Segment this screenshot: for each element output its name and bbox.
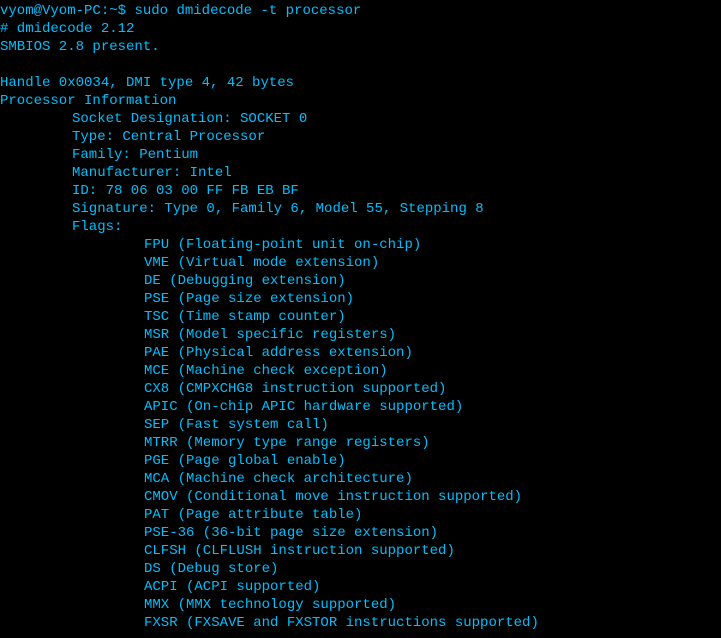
flag-item: PSE (Page size extension)	[0, 290, 721, 308]
prompt-path: ~$	[109, 3, 126, 19]
flag-item: DE (Debugging extension)	[0, 272, 721, 290]
prompt-line: vyom@Vyom-PC:~$ sudo dmidecode -t proces…	[0, 2, 721, 20]
processor-type: Type: Central Processor	[0, 128, 721, 146]
flag-item: DS (Debug store)	[0, 560, 721, 578]
flag-item: CLFSH (CLFLUSH instruction supported)	[0, 542, 721, 560]
flag-item: MSR (Model specific registers)	[0, 326, 721, 344]
dmidecode-version: # dmidecode 2.12	[0, 20, 721, 38]
smbios-version: SMBIOS 2.8 present.	[0, 38, 721, 56]
flag-item: PGE (Page global enable)	[0, 452, 721, 470]
processor-manufacturer: Manufacturer: Intel	[0, 164, 721, 182]
flags-container: FPU (Floating-point unit on-chip)VME (Vi…	[0, 236, 721, 632]
processor-id: ID: 78 06 03 00 FF FB EB BF	[0, 182, 721, 200]
handle-line: Handle 0x0034, DMI type 4, 42 bytes	[0, 74, 721, 92]
flag-item: MCE (Machine check exception)	[0, 362, 721, 380]
flag-item: PAT (Page attribute table)	[0, 506, 721, 524]
flags-label: Flags:	[0, 218, 721, 236]
flag-item: MMX (MMX technology supported)	[0, 596, 721, 614]
blank-line	[0, 56, 721, 74]
prompt-user-host: vyom@Vyom-PC	[0, 3, 101, 19]
terminal-output[interactable]: vyom@Vyom-PC:~$ sudo dmidecode -t proces…	[0, 2, 721, 632]
socket-designation: Socket Designation: SOCKET 0	[0, 110, 721, 128]
flag-item: MCA (Machine check architecture)	[0, 470, 721, 488]
flag-item: CX8 (CMPXCHG8 instruction supported)	[0, 380, 721, 398]
prompt-command: sudo dmidecode -t processor	[134, 3, 361, 19]
flag-item: ACPI (ACPI supported)	[0, 578, 721, 596]
flag-item: MTRR (Memory type range registers)	[0, 434, 721, 452]
flag-item: FXSR (FXSAVE and FXSTOR instructions sup…	[0, 614, 721, 632]
section-header: Processor Information	[0, 92, 721, 110]
flag-item: APIC (On-chip APIC hardware supported)	[0, 398, 721, 416]
flag-item: CMOV (Conditional move instruction suppo…	[0, 488, 721, 506]
flag-item: PAE (Physical address extension)	[0, 344, 721, 362]
processor-signature: Signature: Type 0, Family 6, Model 55, S…	[0, 200, 721, 218]
flag-item: PSE-36 (36-bit page size extension)	[0, 524, 721, 542]
flag-item: TSC (Time stamp counter)	[0, 308, 721, 326]
flag-item: SEP (Fast system call)	[0, 416, 721, 434]
flag-item: VME (Virtual mode extension)	[0, 254, 721, 272]
flag-item: FPU (Floating-point unit on-chip)	[0, 236, 721, 254]
prompt-separator: :	[101, 3, 109, 19]
processor-family: Family: Pentium	[0, 146, 721, 164]
